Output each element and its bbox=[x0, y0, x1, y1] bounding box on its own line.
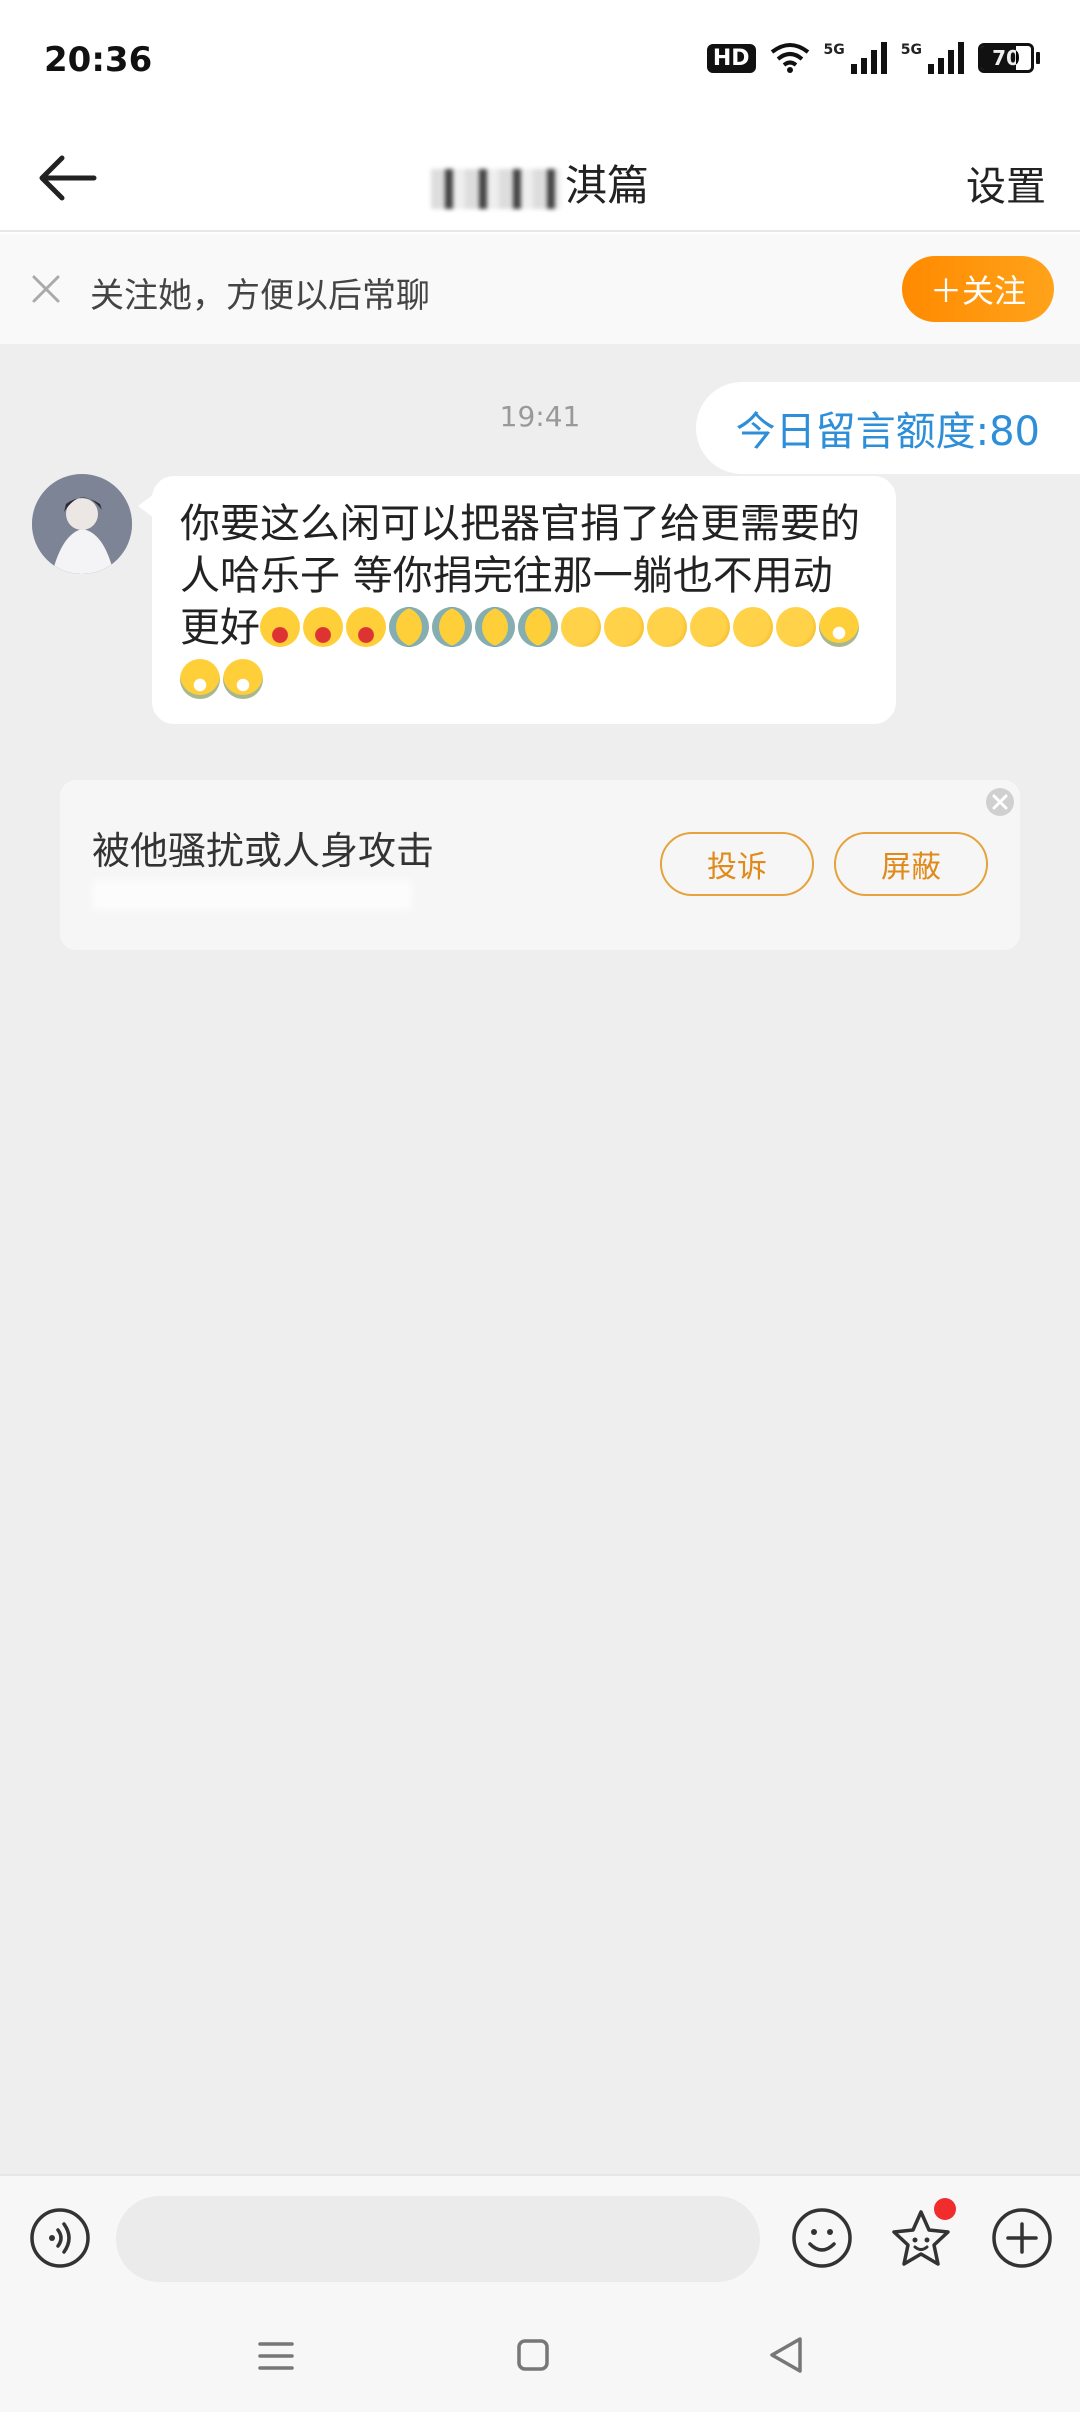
complain-button[interactable]: 投诉 bbox=[660, 832, 814, 896]
report-text: 被他骚扰或人身攻击 bbox=[92, 829, 435, 873]
avatar[interactable] bbox=[32, 474, 132, 574]
close-icon[interactable] bbox=[26, 269, 66, 309]
menu-icon[interactable] bbox=[256, 2338, 296, 2374]
hd-badge: HD bbox=[706, 43, 756, 73]
cry-emoji-icon bbox=[475, 607, 515, 647]
home-icon[interactable] bbox=[514, 2336, 552, 2374]
follow-button[interactable]: ＋关注 bbox=[902, 256, 1054, 322]
voice-icon[interactable] bbox=[28, 2206, 92, 2270]
quota-chip: 今日留言额度:80 bbox=[695, 382, 1080, 474]
scream-emoji-icon bbox=[346, 607, 386, 647]
page-title: 淇篇 bbox=[0, 152, 1080, 213]
battery-icon: 70 bbox=[978, 43, 1040, 73]
message-input[interactable] bbox=[116, 2196, 760, 2282]
follow-banner-text: 关注她，方便以后常聊 bbox=[90, 276, 430, 316]
status-icons: HD 5G 5G 70 bbox=[706, 42, 1040, 74]
message-bubble[interactable]: 你要这么闲可以把器官捐了给更需要的人哈乐子 等你捐完往那一躺也不用动更好 bbox=[138, 476, 896, 724]
roll-emoji-icon bbox=[647, 607, 687, 647]
chat-header: 淇篇 设置 bbox=[0, 120, 1080, 232]
quota-text: 今日留言额度:80 bbox=[735, 409, 1040, 455]
cry-emoji-icon bbox=[518, 607, 558, 647]
joy-emoji-icon bbox=[819, 607, 859, 647]
input-bar bbox=[0, 2174, 1080, 2300]
status-bar: 20:36 HD 5G 5G 70 bbox=[0, 0, 1080, 120]
block-button[interactable]: 屏蔽 bbox=[834, 832, 988, 896]
blurred-name bbox=[430, 168, 561, 209]
avatar-image bbox=[32, 474, 132, 574]
page-title-text: 淇篇 bbox=[564, 161, 649, 210]
cry-emoji-icon bbox=[432, 607, 472, 647]
report-subtext-blurred bbox=[92, 880, 412, 910]
network-label-2: 5G bbox=[900, 42, 922, 58]
signal-icon-1: 5G bbox=[824, 42, 887, 74]
battery-level: 70 bbox=[992, 46, 1020, 70]
roll-emoji-icon bbox=[690, 607, 730, 647]
scream-emoji-icon bbox=[260, 607, 300, 647]
roll-emoji-icon bbox=[776, 607, 816, 647]
signal-icon-2: 5G bbox=[901, 42, 964, 74]
notification-dot bbox=[934, 2198, 956, 2220]
settings-button[interactable]: 设置 bbox=[966, 154, 1046, 212]
system-nav-bar bbox=[0, 2300, 1080, 2412]
wifi-icon bbox=[770, 43, 809, 73]
joy-emoji-icon bbox=[223, 659, 263, 699]
roll-emoji-icon bbox=[561, 607, 601, 647]
follow-button-label: ＋关注 bbox=[929, 272, 1026, 310]
follow-banner: 关注她，方便以后常聊 ＋关注 bbox=[0, 234, 1080, 344]
status-time: 20:36 bbox=[44, 40, 153, 80]
joy-emoji-icon bbox=[180, 659, 220, 699]
emoji-icon[interactable] bbox=[790, 2206, 854, 2270]
network-label-1: 5G bbox=[823, 42, 845, 58]
plus-icon[interactable] bbox=[990, 2206, 1054, 2270]
roll-emoji-icon bbox=[733, 607, 773, 647]
scream-emoji-icon bbox=[303, 607, 343, 647]
chat-area[interactable]: 19:41 今日留言额度:80 你要这么闲可以把器官捐了给更需要的人哈乐子 等你… bbox=[0, 344, 1080, 2174]
cry-emoji-icon bbox=[389, 607, 429, 647]
roll-emoji-icon bbox=[604, 607, 644, 647]
close-icon[interactable] bbox=[984, 786, 1016, 818]
report-card: 被他骚扰或人身攻击 投诉 屏蔽 bbox=[60, 780, 1020, 950]
emoji-row bbox=[180, 605, 862, 703]
back-triangle-icon[interactable] bbox=[766, 2334, 806, 2376]
